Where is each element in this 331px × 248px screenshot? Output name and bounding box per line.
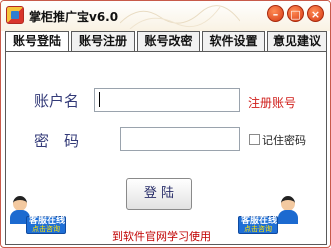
service-badge-subtitle: 点击咨询 <box>32 225 60 233</box>
website-link[interactable]: 到软件官网学习使用 <box>112 228 211 244</box>
agent-avatar-icon <box>13 196 27 211</box>
account-input[interactable] <box>94 88 240 112</box>
text-caret <box>99 92 100 107</box>
account-label: 账户名 <box>34 92 80 110</box>
tab-change-password[interactable]: 账号改密 <box>137 31 200 51</box>
tab-register[interactable]: 账号注册 <box>71 31 135 51</box>
register-link[interactable]: 注册账号 <box>248 94 296 111</box>
password-input[interactable] <box>120 127 240 151</box>
remember-password-label[interactable]: 记住密码 <box>262 132 306 148</box>
service-badge-subtitle: 点击咨询 <box>244 225 272 233</box>
service-left[interactable]: 客服在线 点击咨询 <box>9 196 67 238</box>
maximize-button[interactable]: □ <box>287 5 304 22</box>
tab-feedback[interactable]: 意见建议 <box>267 31 327 51</box>
title-decoration <box>120 5 240 29</box>
minimize-button[interactable]: – <box>267 5 284 22</box>
service-right[interactable]: 客服在线 点击咨询 <box>238 196 298 238</box>
remember-password-checkbox[interactable] <box>249 134 260 145</box>
tab-settings[interactable]: 软件设置 <box>202 31 265 51</box>
login-button[interactable]: 登 陆 <box>126 178 192 210</box>
tab-login[interactable]: 账号登陆 <box>5 31 69 52</box>
password-label: 密 码 <box>34 132 80 150</box>
app-logo-icon <box>6 6 24 24</box>
close-button[interactable]: × <box>307 5 324 22</box>
app-window: 掌柜推广宝v6.0 – □ × 账号登陆 账号注册 账号改密 软件设置 意见建议… <box>0 0 331 248</box>
window-title: 掌柜推广宝v6.0 <box>29 10 119 24</box>
service-badge[interactable]: 客服在线 点击咨询 <box>238 216 278 234</box>
service-badge[interactable]: 客服在线 点击咨询 <box>26 216 66 234</box>
agent-body-icon <box>278 210 298 224</box>
title-bar[interactable]: 掌柜推广宝v6.0 – □ × <box>1 1 330 31</box>
agent-avatar-icon <box>281 196 295 211</box>
